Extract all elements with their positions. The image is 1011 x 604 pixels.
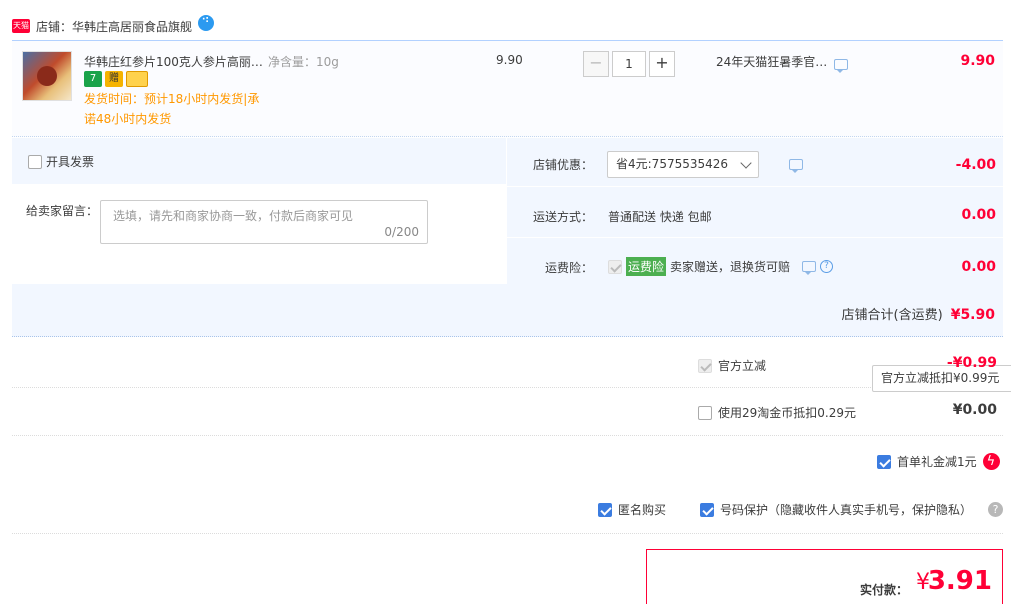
shop-total: 店铺合计(含运费) ¥5.90 [842, 304, 995, 323]
help-icon[interactable]: ? [820, 260, 834, 273]
tmall-badge: 天猫 [12, 19, 30, 33]
shop-total-value: ¥5.90 [950, 307, 995, 323]
item-total: 9.90 [960, 53, 995, 69]
service-tags: 7 赠 [84, 71, 148, 87]
payment-amount: 3.91 [927, 566, 992, 596]
official-discount-row: 官方立减 官方立减抵扣¥0.99元 -¥0.99 [12, 338, 1011, 392]
message-placeholder: 选填，请先和商家协商一致，付款后商家可见 [113, 209, 354, 223]
coupon-row: 店铺优惠： 省4元:7575535426 -4.00 [507, 138, 1004, 187]
shop-name[interactable]: 店铺：华韩庄高居丽食品旗舰 [36, 18, 192, 35]
message-row: 给卖家留言： 选填，请先和商家协商一致，付款后商家可见 0/200 [12, 184, 506, 284]
delivery-label: 运送方式： [533, 210, 594, 224]
order-item-row: 华韩庄红参片100克人参片高丽… 净含量：10g 7 赠 发货时间：预计18小时… [12, 40, 1003, 137]
credit-card-icon[interactable] [126, 71, 148, 87]
payment-box: 实付款： ¥ 3.91 [646, 549, 1003, 604]
insurance-label: 运费险： [545, 261, 594, 275]
ship-time: 发货时间：预计18小时内发货|承诺48小时内发货 [84, 92, 260, 126]
coupon-label: 店铺优惠： [533, 158, 594, 172]
message-count: 0/200 [384, 225, 419, 239]
extras-right: 店铺优惠： 省4元:7575535426 -4.00 运送方式： 普通配送 快递… [506, 138, 1004, 284]
insurance-info: 运费险 卖家赠送，退换货可赔 ? [608, 257, 834, 276]
insurance-amount: 0.00 [961, 259, 996, 275]
divider [12, 533, 1003, 534]
privacy-options: 匿名购买 号码保护（隐藏收件人真实手机号，保护隐私） ? [598, 501, 1004, 518]
seven-day-return-icon[interactable]: 7 [84, 71, 102, 87]
help-icon[interactable]: ? [988, 502, 1004, 517]
insurance-text: 卖家赠送，退换货可赔 [670, 260, 791, 274]
coupon-value: 省4元:7575535426 [616, 157, 729, 171]
gift-icon[interactable]: 赠 [105, 71, 123, 87]
qty-plus-button[interactable]: + [649, 51, 675, 77]
chevron-down-icon [740, 157, 752, 169]
anonymous-label: 匿名购买 [618, 503, 667, 517]
promo-text: 24年天猫狂暑季官… [716, 55, 828, 69]
invoice-option[interactable]: 开具发票 [28, 153, 94, 170]
official-label: 官方立减 [718, 359, 767, 373]
coin-label: 使用29淘金币抵扣0.29元 [718, 406, 856, 420]
coin-row: 使用29淘金币抵扣0.29元 ¥0.00 [12, 388, 1003, 436]
coin-checkbox[interactable] [698, 405, 712, 420]
flash-icon [982, 453, 1000, 470]
product-title[interactable]: 华韩庄红参片100克人参片高丽… [84, 53, 264, 70]
invoice-checkbox[interactable] [28, 154, 42, 169]
message-input[interactable]: 选填，请先和商家协商一致，付款后商家可见 0/200 [100, 200, 428, 244]
number-protect-label: 号码保护（隐藏收件人真实手机号，保护隐私） [720, 503, 973, 517]
insurance-checkbox [608, 259, 622, 274]
quantity-stepper: − 1 + [583, 51, 675, 77]
insurance-tag: 运费险 [626, 257, 667, 276]
invoice-label: 开具发票 [46, 155, 95, 169]
official-value: -¥0.99 [946, 355, 997, 371]
qty-input[interactable]: 1 [612, 51, 646, 77]
official-discount: 官方立减 官方立减抵扣¥0.99元 [698, 352, 1011, 392]
shop-total-label: 店铺合计(含运费) [841, 308, 943, 323]
extras-left: 开具发票 给卖家留言： 选填，请先和商家协商一致，付款后商家可见 0/200 [12, 138, 506, 284]
unit-price: 9.90 [496, 53, 523, 67]
coin-option[interactable]: 使用29淘金币抵扣0.29元 [698, 404, 856, 421]
qty-minus-button[interactable]: − [583, 51, 609, 77]
number-protect-checkbox[interactable] [700, 502, 715, 517]
gift-option[interactable]: 首单礼金减1元 [877, 453, 1000, 470]
chat-bubble-icon[interactable] [198, 15, 215, 31]
delivery-amount: 0.00 [961, 207, 996, 223]
comment-icon[interactable] [789, 159, 803, 173]
delivery-row: 运送方式： 普通配送 快递 包邮 0.00 [507, 189, 1004, 238]
insurance-row: 运费险： 运费险 卖家赠送，退换货可赔 ? 0.00 [507, 239, 1004, 284]
message-label: 给卖家留言： [26, 204, 99, 218]
coin-value: ¥0.00 [952, 402, 997, 418]
order-extras: 开具发票 给卖家留言： 选填，请先和商家协商一致，付款后商家可见 0/200 店… [12, 138, 1004, 337]
coupon-select[interactable]: 省4元:7575535426 [607, 151, 759, 178]
comment-icon[interactable] [802, 261, 817, 275]
official-select-value: 官方立减抵扣¥0.99元 [881, 371, 1000, 385]
invoice-row: 开具发票 [12, 138, 506, 184]
coupon-amount: -4.00 [955, 157, 996, 173]
official-checkbox [698, 358, 712, 373]
delivery-value: 普通配送 快递 包邮 [608, 210, 712, 224]
gift-label: 首单礼金减1元 [897, 455, 977, 469]
shop-header: 天猫 店铺：华韩庄高居丽食品旗舰 [12, 14, 215, 38]
comment-icon[interactable] [834, 59, 848, 73]
anonymous-checkbox[interactable] [598, 502, 612, 517]
payment-label: 实付款： [859, 583, 908, 597]
gift-checkbox[interactable] [877, 454, 891, 469]
product-thumbnail[interactable] [22, 51, 72, 101]
product-spec: 净含量：10g [268, 55, 339, 69]
